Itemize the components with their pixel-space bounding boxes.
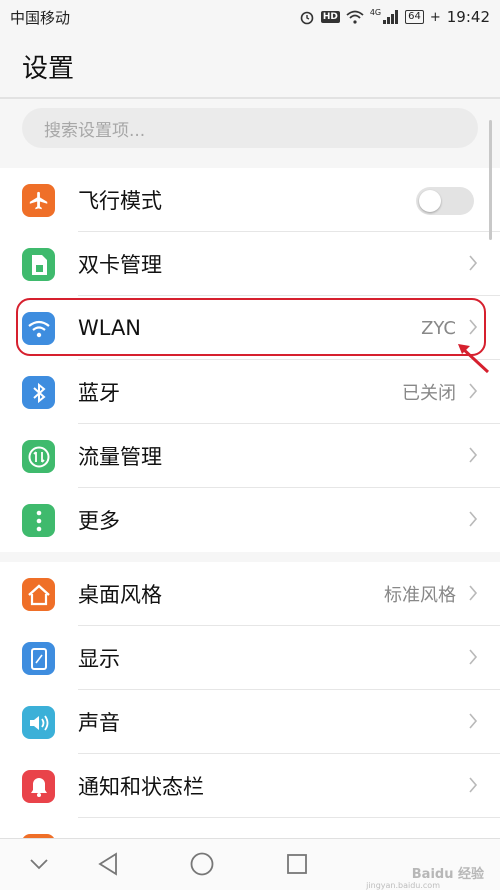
search-placeholder: 搜索设置项... (44, 120, 146, 141)
page-title: 设置 (22, 54, 75, 84)
setting-label: 蓝牙 (78, 381, 120, 405)
home-nav-icon[interactable] (189, 851, 215, 877)
chevron-right-icon (469, 511, 478, 527)
setting-label: WLAN (78, 316, 142, 340)
setting-partial-row[interactable] (0, 818, 500, 838)
chevron-right-icon (469, 777, 478, 793)
search-input[interactable]: 搜索设置项... (22, 108, 478, 148)
chevron-right-icon (469, 649, 478, 665)
toggle-knob (419, 190, 441, 212)
settings-group-device: 桌面风格 标准风格 显示 声音 通知和状态栏 (0, 562, 500, 838)
charging-icon: + (429, 9, 441, 25)
setting-home-style[interactable]: 桌面风格 标准风格 (0, 562, 500, 626)
clock: 19:42 (446, 8, 490, 26)
setting-value: 标准风格 (384, 585, 456, 606)
status-icons: HD 4G 64 + 19:42 (299, 8, 490, 26)
setting-label: 桌面风格 (78, 583, 162, 607)
wifi-icon (22, 312, 55, 345)
chevron-right-icon (469, 447, 478, 463)
chevron-right-icon (469, 383, 478, 399)
setting-more[interactable]: 更多 (0, 488, 500, 552)
recent-apps-icon[interactable] (285, 852, 309, 876)
setting-label: 流量管理 (78, 445, 162, 469)
setting-label: 飞行模式 (78, 189, 162, 213)
setting-wlan[interactable]: WLAN ZYC (0, 296, 500, 360)
airplane-mode-toggle[interactable] (416, 187, 474, 215)
airplane-icon (22, 184, 55, 217)
more-dots-icon (22, 504, 55, 537)
chevron-right-icon (469, 319, 478, 335)
arrow-annotation-icon (458, 344, 490, 374)
setting-display[interactable]: 显示 (0, 626, 500, 690)
signal-icon (383, 10, 399, 24)
alarm-icon (300, 11, 314, 25)
setting-data-usage[interactable]: 流量管理 (0, 424, 500, 488)
carrier-label: 中国移动 (10, 8, 71, 27)
display-icon (22, 642, 55, 675)
sound-icon (22, 706, 55, 739)
setting-label: 更多 (78, 509, 120, 533)
wifi-status-icon (346, 10, 364, 24)
hide-nav-icon[interactable] (28, 856, 50, 872)
status-bar: 中国移动 HD 4G 64 + 19:42 (0, 0, 500, 34)
system-nav-bar: Baidu 经验 jingyan.baidu.com (0, 838, 500, 890)
settings-group-network: 飞行模式 双卡管理 WLAN ZYC 蓝牙 已关闭 流量管理 更多 (0, 168, 500, 552)
setting-notifications[interactable]: 通知和状态栏 (0, 754, 500, 818)
scrollbar[interactable] (489, 120, 492, 240)
setting-bluetooth[interactable]: 蓝牙 已关闭 (0, 360, 500, 424)
watermark-brand: Baidu 经验 (411, 867, 484, 882)
setting-airplane-mode[interactable]: 飞行模式 (0, 168, 500, 232)
header-divider (0, 97, 500, 99)
setting-label: 通知和状态栏 (78, 775, 204, 799)
setting-sound[interactable]: 声音 (0, 690, 500, 754)
network-type: 4G (369, 8, 382, 17)
data-usage-icon (22, 440, 55, 473)
home-icon (22, 578, 55, 611)
back-icon[interactable] (96, 851, 120, 877)
setting-dual-sim[interactable]: 双卡管理 (0, 232, 500, 296)
setting-value: ZYC (421, 317, 456, 339)
setting-label: 声音 (78, 711, 120, 735)
chevron-right-icon (469, 713, 478, 729)
bluetooth-icon (22, 376, 55, 409)
hd-badge: HD (320, 11, 340, 23)
chevron-right-icon (469, 585, 478, 601)
battery-level: 64 (405, 10, 424, 24)
sim-card-icon (22, 248, 55, 281)
setting-label: 双卡管理 (78, 253, 162, 277)
setting-label: 显示 (78, 647, 120, 671)
notification-icon (22, 770, 55, 803)
chevron-right-icon (469, 255, 478, 271)
setting-value: 已关闭 (402, 383, 456, 404)
